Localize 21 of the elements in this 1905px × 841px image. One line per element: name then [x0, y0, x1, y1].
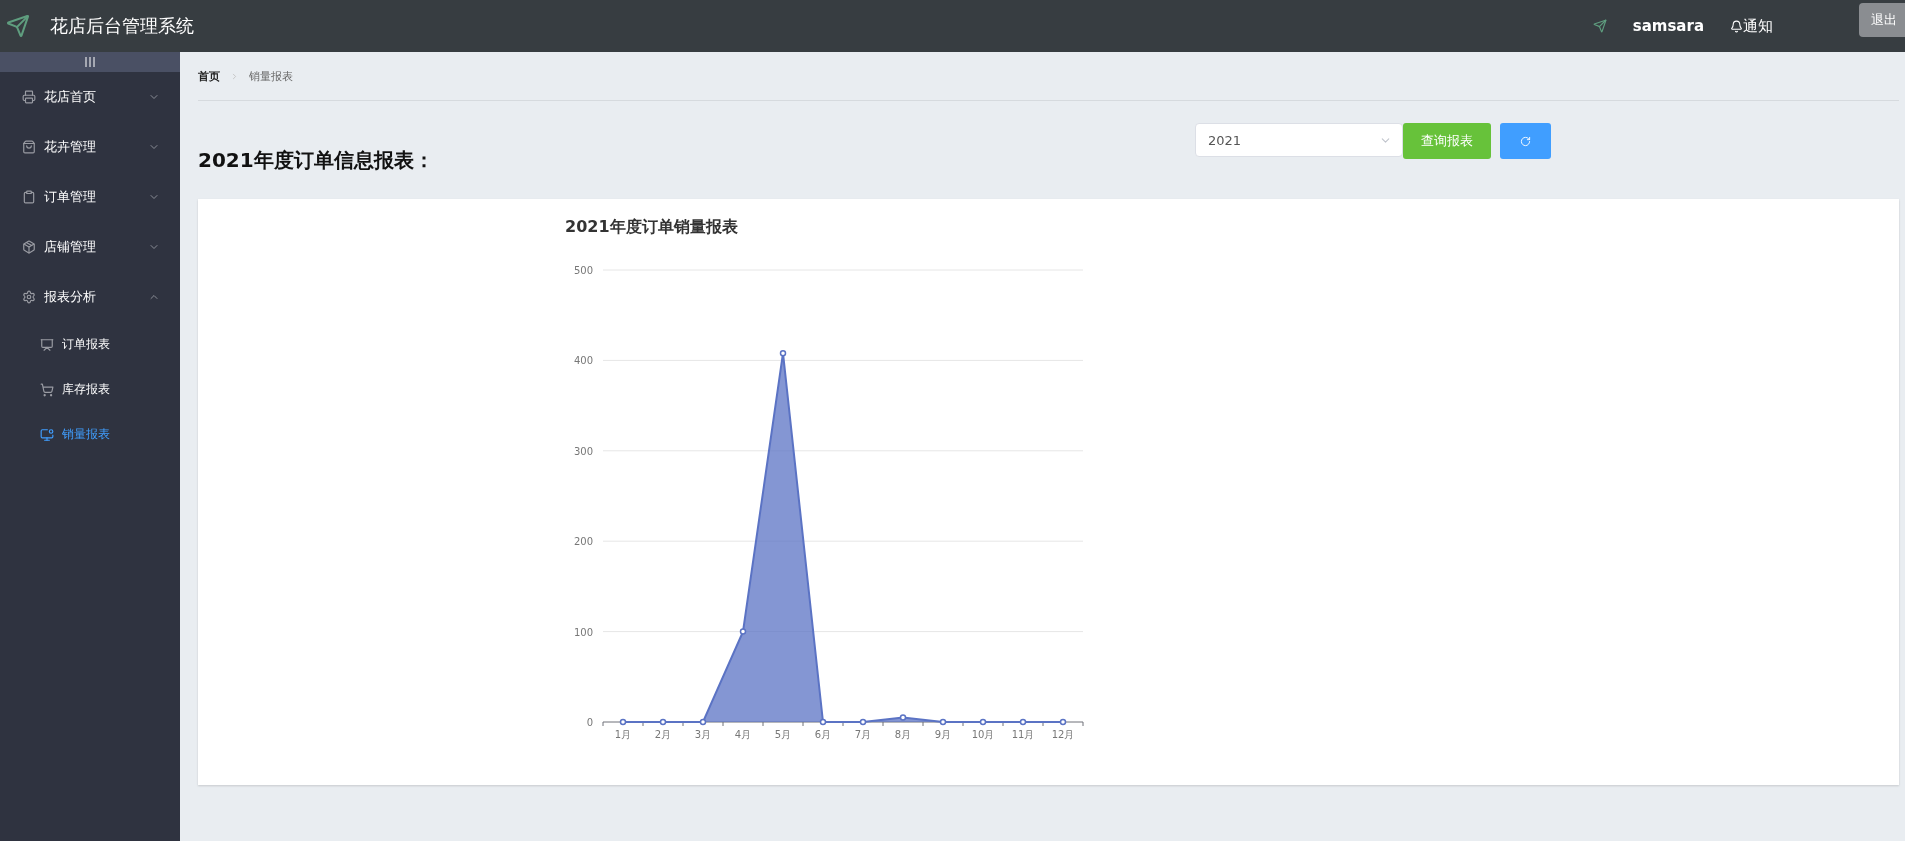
axis-label: 6月 — [814, 729, 832, 740]
axis-label: 10月 — [971, 729, 995, 740]
axis-label: 100 — [573, 626, 593, 638]
chart-title: 2021年度订单销量报表 — [565, 217, 739, 238]
axis-label: 8月 — [894, 729, 912, 740]
axis-label: 7月 — [854, 729, 872, 740]
page-title: 2021年度订单信息报表： — [198, 147, 435, 174]
axis-label: 0 — [586, 717, 593, 728]
axis-label: 200 — [573, 536, 593, 548]
axis-label: 11月 — [1011, 729, 1035, 740]
axis-label: 2月 — [654, 729, 672, 740]
axis-label: 5月 — [774, 729, 792, 740]
axis-label: 12月 — [1051, 729, 1075, 740]
axis-label: 4月 — [734, 729, 752, 740]
axis-label: 300 — [573, 445, 593, 457]
axis-label: 1月 — [614, 729, 632, 740]
axis-label: 500 — [573, 265, 593, 276]
axis-label: 3月 — [694, 729, 712, 740]
app-title: 花店后台管理系统 — [50, 14, 194, 38]
axis-label: 400 — [573, 355, 593, 367]
axis-label: 9月 — [934, 729, 952, 740]
